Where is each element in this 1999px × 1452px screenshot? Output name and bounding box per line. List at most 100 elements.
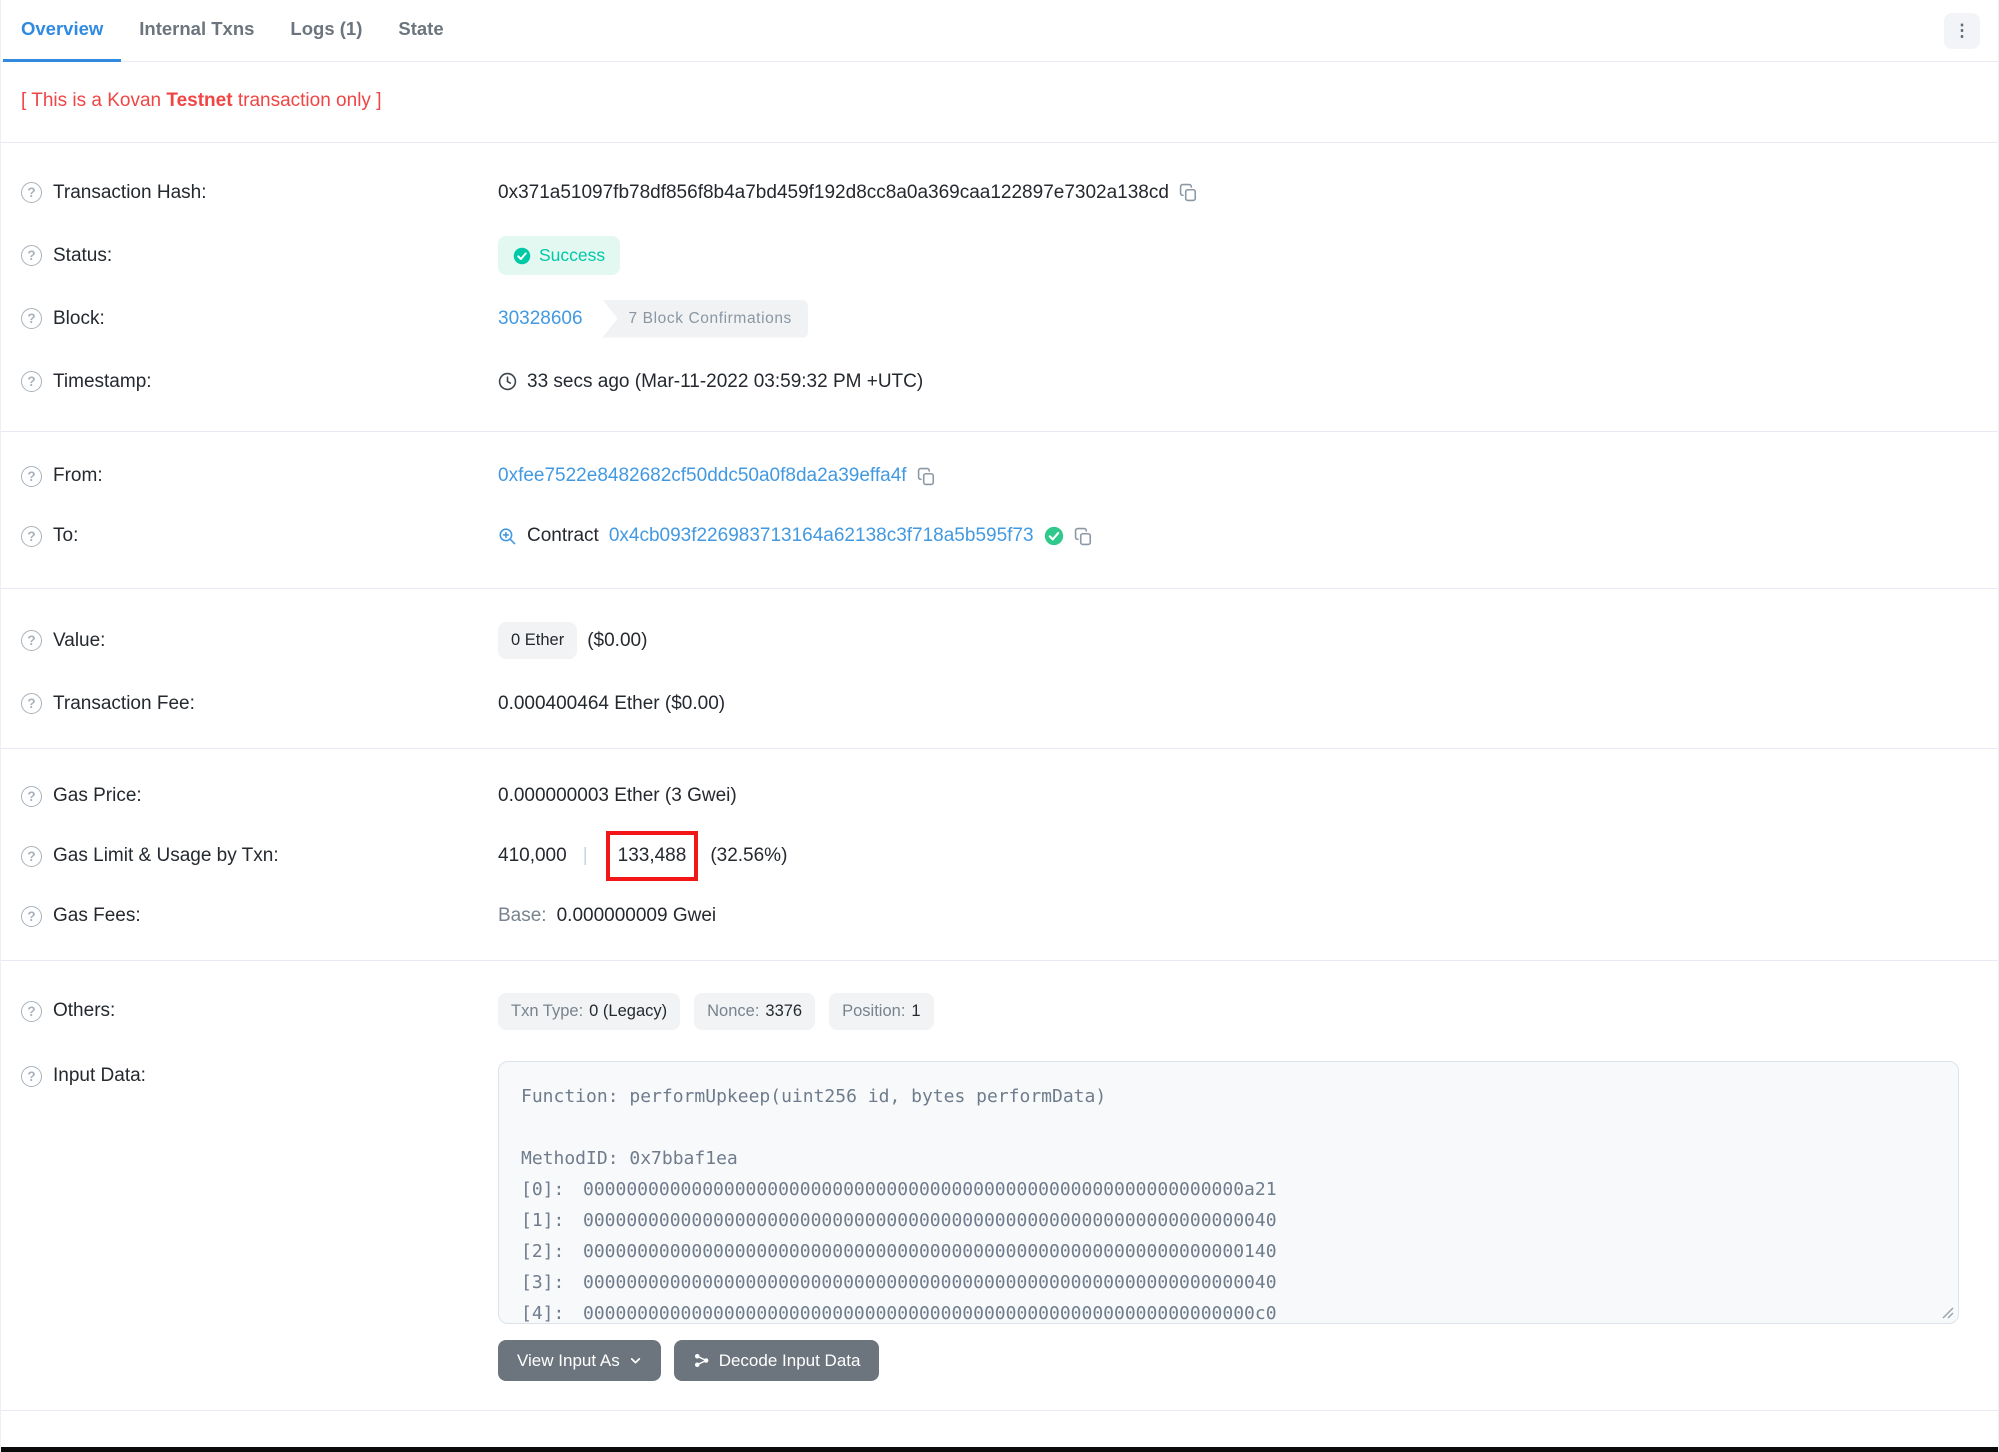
gas-used-value: 133,488 [617, 845, 687, 866]
tab-bar: Overview Internal Txns Logs (1) State ⋮ [1, 0, 1998, 62]
gas-fees-label: Gas Fees: [53, 905, 141, 926]
nonce-badge: Nonce: 3376 [694, 992, 816, 1030]
to-address-link[interactable]: 0x4cb093f226983713164a62138c3f718a5b595f… [609, 525, 1034, 547]
value-label: Value: [53, 629, 106, 651]
kebab-icon: ⋮ [1953, 20, 1971, 40]
section-value-fee: ? Value: 0 Ether ($0.00) ? Transaction F… [1, 589, 1998, 748]
help-icon[interactable]: ? [21, 182, 42, 203]
help-icon[interactable]: ? [21, 845, 42, 867]
gas-limit-label: Gas Limit & Usage by Txn: [53, 845, 279, 866]
decode-icon [694, 1353, 709, 1368]
resize-handle-icon[interactable] [1940, 1305, 1954, 1319]
tab-logs[interactable]: Logs (1) [272, 0, 380, 62]
gas-price-value: 0.000000003 Ether (3 Gwei) [498, 785, 737, 806]
from-address-link[interactable]: 0xfee7522e8482682cf50ddc50a0f8da2a39effa… [498, 465, 907, 487]
input-hex-row: [1]: 000000000000000000000000000000000000… [521, 1210, 1277, 1231]
gas-fees-base-value: 0.000000009 Gwei [556, 905, 717, 926]
from-label-group: ? From: [1, 465, 498, 487]
status-row: ? Status: Success [1, 224, 1998, 287]
gas-price-row: ? Gas Price: 0.000000003 Ether (3 Gwei) [1, 766, 1998, 826]
transaction-fee-label-group: ? Transaction Fee: [1, 693, 498, 715]
gas-fees-row: ? Gas Fees: Base: 0.000000009 Gwei [1, 886, 1998, 946]
status-badge-text: Success [539, 245, 606, 265]
divider [1, 1410, 1998, 1411]
value-label-group: ? Value: [1, 630, 498, 652]
timestamp-label: Timestamp: [53, 370, 152, 392]
transaction-fee-row: ? Transaction Fee: 0.000400464 Ether ($0… [1, 672, 1998, 735]
transaction-hash-label-group: ? Transaction Hash: [1, 182, 498, 204]
txn-type-badge: Txn Type: 0 (Legacy) [498, 992, 681, 1030]
gas-fees-label-group: ? Gas Fees: [1, 905, 498, 927]
ether-value-badge: 0 Ether [498, 622, 578, 659]
clock-icon [498, 372, 517, 391]
help-icon[interactable]: ? [21, 693, 42, 714]
gas-price-label-group: ? Gas Price: [1, 785, 498, 807]
block-confirmations-badge: 7 Block Confirmations [602, 299, 808, 338]
help-icon[interactable]: ? [21, 465, 42, 487]
gas-limit-row: ? Gas Limit & Usage by Txn: 410,000 | 13… [1, 826, 1998, 886]
input-function-line: Function: performUpkeep(uint256 id, byte… [521, 1086, 1107, 1107]
to-row: ? To: Contract 0x4cb093f226983713164a621… [1, 506, 1998, 566]
help-icon[interactable]: ? [21, 371, 42, 392]
gas-fees-base-label: Base: [498, 905, 547, 926]
block-label-group: ? Block: [1, 308, 498, 330]
success-check-icon [513, 247, 531, 264]
gas-price-label: Gas Price: [53, 785, 142, 806]
testnet-notice: [ This is a Kovan Testnet transaction on… [21, 90, 382, 111]
section-hash-status-block-time: ? Transaction Hash: 0x371a51097fb78df856… [1, 143, 1998, 431]
input-hex-row: [0]: 000000000000000000000000000000000000… [521, 1179, 1277, 1200]
view-input-as-button[interactable]: View Input As [498, 1340, 661, 1381]
input-hex-row: [4]: 000000000000000000000000000000000000… [521, 1303, 1277, 1324]
help-icon[interactable]: ? [21, 1000, 42, 1022]
copy-icon[interactable] [1179, 183, 1198, 202]
help-icon[interactable]: ? [21, 630, 42, 651]
value-row: ? Value: 0 Ether ($0.00) [1, 609, 1998, 672]
tab-internal-txns[interactable]: Internal Txns [121, 0, 272, 62]
block-row: ? Block: 30328606 7 Block Confirmations [1, 287, 1998, 350]
position-badge: Position: 1 [829, 992, 934, 1030]
gas-used-percent: (32.56%) [710, 845, 788, 866]
help-icon[interactable]: ? [21, 308, 42, 329]
section-from-to: ? From: 0xfee7522e8482682cf50ddc50a0f8da… [1, 432, 1998, 588]
transaction-hash-value: 0x371a51097fb78df856f8b4a7bd459f192d8cc8… [498, 181, 1169, 203]
testnet-notice-bold: Testnet [166, 90, 233, 111]
block-number-link[interactable]: 30328606 [498, 308, 583, 330]
zoom-in-icon[interactable] [498, 527, 517, 546]
transaction-fee-label: Transaction Fee: [53, 692, 195, 714]
input-data-row: ? Input Data: Function: performUpkeep(ui… [1, 1051, 1998, 1381]
kebab-menu-button[interactable]: ⋮ [1944, 12, 1980, 49]
status-label-group: ? Status: [1, 245, 498, 267]
gas-limit-label-group: ? Gas Limit & Usage by Txn: [1, 845, 498, 867]
transaction-overview-page: Overview Internal Txns Logs (1) State ⋮ … [0, 0, 1999, 1452]
to-label: To: [53, 525, 79, 546]
from-label: From: [53, 465, 103, 486]
value-usd: ($0.00) [587, 629, 648, 651]
help-icon[interactable]: ? [21, 905, 42, 927]
help-icon[interactable]: ? [21, 785, 42, 807]
input-data-label: Input Data: [53, 1065, 146, 1086]
decode-input-data-button[interactable]: Decode Input Data [673, 1340, 880, 1381]
gas-separator: | [582, 845, 588, 866]
annotation-highlight-box: 133,488 [605, 831, 699, 881]
timestamp-label-group: ? Timestamp: [1, 371, 498, 393]
window-bottom-edge [1, 1447, 1998, 1452]
timestamp-row: ? Timestamp: 33 secs ago (Mar-11-2022 03… [1, 350, 1998, 413]
help-icon[interactable]: ? [21, 525, 42, 547]
block-label: Block: [53, 307, 105, 329]
copy-icon[interactable] [917, 467, 936, 486]
section-others-input: ? Others: Txn Type: 0 (Legacy) Nonce: 33… [1, 961, 1998, 1410]
copy-icon[interactable] [1074, 527, 1093, 546]
input-data-box[interactable]: Function: performUpkeep(uint256 id, byte… [498, 1061, 1959, 1324]
gas-limit-value: 410,000 [498, 845, 567, 866]
from-row: ? From: 0xfee7522e8482682cf50ddc50a0f8da… [1, 446, 1998, 506]
chevron-down-icon [630, 1358, 640, 1364]
input-methodid-line: MethodID: 0x7bbaf1ea [521, 1148, 738, 1169]
to-contract-prefix: Contract [527, 525, 599, 546]
tab-state[interactable]: State [380, 0, 461, 62]
transaction-fee-value: 0.000400464 Ether ($0.00) [498, 692, 726, 714]
transaction-hash-label: Transaction Hash: [53, 181, 207, 203]
help-icon[interactable]: ? [21, 245, 42, 266]
help-icon[interactable]: ? [21, 1065, 42, 1087]
verified-check-icon [1044, 526, 1063, 546]
tab-overview[interactable]: Overview [3, 0, 122, 62]
